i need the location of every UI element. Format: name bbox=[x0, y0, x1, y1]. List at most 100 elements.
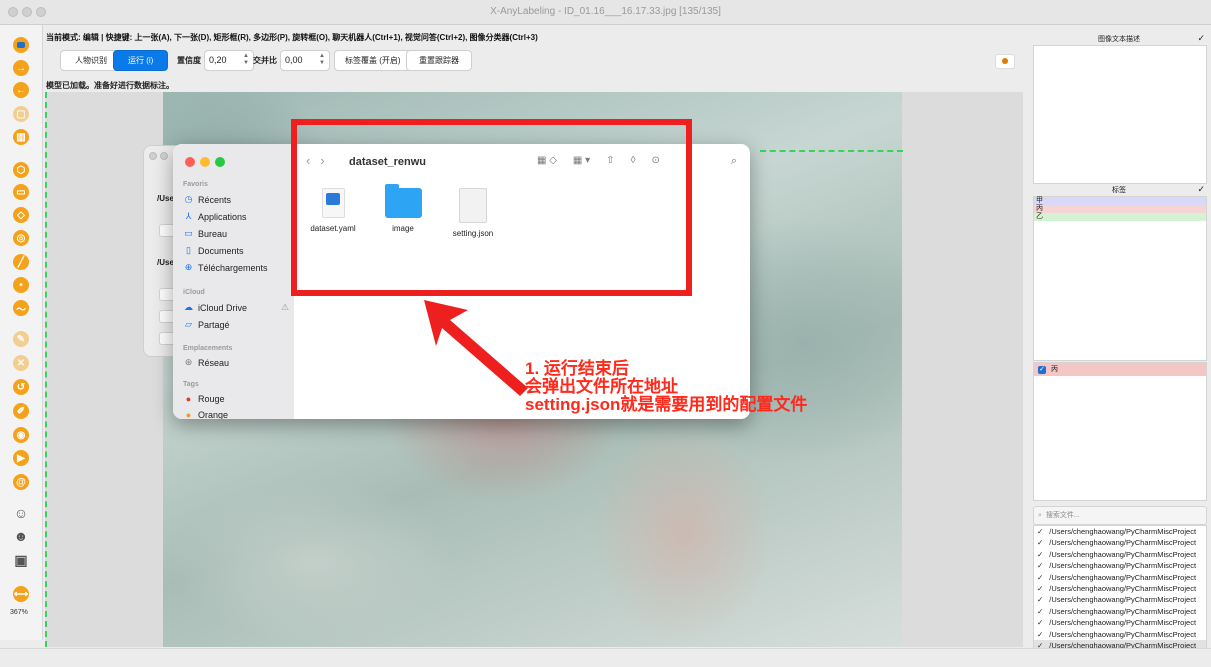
finder-close-button[interactable] bbox=[185, 157, 195, 167]
undo-icon[interactable]: ↺ bbox=[13, 379, 29, 395]
overlay-button-wrap: 标签覆盖 (开启) bbox=[334, 49, 412, 71]
dialog-close-button[interactable] bbox=[149, 152, 157, 160]
edit-shape-icon[interactable]: ✎ bbox=[13, 331, 29, 347]
sidebar-item-recents[interactable]: ◷ Récents bbox=[183, 194, 231, 205]
rotation-tool-icon[interactable]: ◇ bbox=[13, 207, 29, 223]
zoom-level: 367% bbox=[10, 609, 28, 616]
file-path: /Users/chenghaowang/PyCharmMiscProject bbox=[1049, 527, 1197, 536]
confidence-label: 置信度 bbox=[177, 55, 201, 65]
check-icon[interactable]: ✓ bbox=[1197, 33, 1205, 44]
reset-tracker-button[interactable]: 重置跟踪器 bbox=[406, 49, 472, 71]
sidebar-item-downloads[interactable]: ⊕ Téléchargements bbox=[183, 262, 268, 273]
open-folder-icon[interactable] bbox=[13, 37, 29, 53]
sidebar-item-applications[interactable]: ⅄ Applications bbox=[183, 211, 247, 222]
status-message: 模型已加载。准备好进行数据标注。 bbox=[46, 81, 174, 90]
sidebar-item-desktop[interactable]: ▭ Bureau bbox=[183, 228, 227, 239]
shape-label: 丙 bbox=[1051, 366, 1058, 373]
check-icon[interactable]: ✓ bbox=[1037, 527, 1043, 536]
file-row[interactable]: ✓ /Users/chenghaowang/PyCharmMiscProject bbox=[1034, 583, 1206, 594]
labels-header: 标签 ✓ bbox=[1033, 184, 1205, 195]
label-item[interactable]: 丙 bbox=[1034, 205, 1206, 213]
left-toolbar: → ← ▢ ▥ ⬡ ▭ ◇ ◎ ╱ • 〜 ✎ ✕ ↺ ✐ ◉ ▶ @ ☺ ☻ … bbox=[0, 25, 43, 640]
check-icon[interactable]: ✓ bbox=[1037, 595, 1043, 604]
sidebar-item-documents[interactable]: ▯ Documents bbox=[183, 245, 244, 256]
iou-value: 0,00 bbox=[285, 55, 303, 65]
run-model-icon[interactable]: ▶ bbox=[13, 450, 29, 466]
brush-icon[interactable]: ✐ bbox=[13, 403, 29, 419]
spin-arrows-icon[interactable]: ▲ ▼ bbox=[319, 53, 325, 67]
file-row[interactable]: ✓ /Users/chenghaowang/PyCharmMiscProject bbox=[1034, 526, 1206, 537]
run-button[interactable]: 运行 (i) bbox=[113, 49, 169, 71]
file-search-input[interactable]: ⌕ 搜索文件... bbox=[1033, 506, 1207, 525]
sidebar-item-icloud-drive[interactable]: ☁ iCloud Drive ⚠ bbox=[183, 302, 289, 313]
file-row[interactable]: ✓ /Users/chenghaowang/PyCharmMiscProject bbox=[1034, 606, 1206, 617]
description-header: 图像文本描述 ✓ bbox=[1033, 33, 1205, 44]
prev-image-icon[interactable]: ← bbox=[13, 82, 29, 98]
label-item[interactable]: 甲 bbox=[1034, 197, 1206, 205]
locations-section: Emplacements bbox=[183, 345, 233, 352]
sidebar-item-tag-red[interactable]: ● Rouge bbox=[183, 394, 225, 404]
check-icon[interactable]: ✓ bbox=[1037, 573, 1043, 582]
annotation-text: 1. 运行结束后 会弹出文件所在地址 setting.json就是需要用到的配置… bbox=[525, 360, 807, 414]
file-row[interactable]: ✓ /Users/chenghaowang/PyCharmMiscProject bbox=[1034, 572, 1206, 583]
sidebar-label: Applications bbox=[198, 211, 247, 222]
fit-window-icon[interactable]: ⟷ bbox=[13, 586, 29, 602]
sidebar-label: Documents bbox=[198, 245, 244, 256]
check-icon[interactable]: ✓ bbox=[1037, 584, 1043, 593]
file-row[interactable]: ✓ /Users/chenghaowang/PyCharmMiscProject bbox=[1034, 629, 1206, 640]
sidebar-item-network[interactable]: ⊛ Réseau bbox=[183, 357, 229, 368]
delete-shape-icon[interactable]: ✕ bbox=[13, 355, 29, 371]
sidebar-item-tag-orange[interactable]: ● Orange bbox=[183, 410, 228, 419]
red-tag-icon: ● bbox=[185, 394, 192, 404]
check-icon[interactable]: ✓ bbox=[1037, 561, 1043, 570]
line-tool-icon[interactable]: ╱ bbox=[13, 254, 29, 270]
check-icon[interactable]: ✓ bbox=[1037, 538, 1043, 547]
confidence-spinbox[interactable]: 0,20 ▲ ▼ bbox=[204, 49, 254, 71]
check-icon[interactable]: ✓ bbox=[1037, 550, 1043, 559]
file-row[interactable]: ✓ /Users/chenghaowang/PyCharmMiscProject bbox=[1034, 617, 1206, 628]
path-label-2: /Use bbox=[157, 258, 174, 267]
file-row[interactable]: ✓ /Users/chenghaowang/PyCharmMiscProject bbox=[1034, 560, 1206, 571]
linestrip-tool-icon[interactable]: 〜 bbox=[13, 300, 29, 316]
check-icon[interactable]: ✓ bbox=[1197, 184, 1205, 195]
annotation-line-3: setting.json就是需要用到的配置文件 bbox=[525, 395, 808, 414]
classifier-icon[interactable]: ▣ bbox=[13, 552, 29, 568]
search-icon[interactable]: ⌕ bbox=[731, 155, 737, 168]
file-path: /Users/chenghaowang/PyCharmMiscProject bbox=[1049, 595, 1197, 605]
check-icon[interactable]: ✓ bbox=[1037, 607, 1043, 616]
delete-file-icon[interactable]: ▥ bbox=[13, 129, 29, 145]
file-path: /Users/chenghaowang/PyCharmMiscProject bbox=[1049, 538, 1197, 548]
reset-tracker-wrap: 重置跟踪器 bbox=[406, 49, 472, 71]
finder-zoom-button[interactable] bbox=[215, 157, 225, 167]
record-indicator-icon[interactable] bbox=[995, 54, 1015, 69]
polygon-tool-icon[interactable]: ⬡ bbox=[13, 162, 29, 178]
chatbot-icon[interactable]: ☺ bbox=[13, 505, 29, 521]
sidebar-label: Orange bbox=[198, 410, 229, 419]
dialog-minimize-button[interactable] bbox=[160, 152, 168, 160]
file-row[interactable]: ✓ /Users/chenghaowang/PyCharmMiscProject bbox=[1034, 549, 1206, 560]
point-tool-icon[interactable]: • bbox=[13, 277, 29, 293]
spin-arrows-icon[interactable]: ▲ ▼ bbox=[243, 53, 249, 67]
file-row[interactable]: ✓ /Users/chenghaowang/PyCharmMiscProject bbox=[1034, 594, 1206, 605]
run-button-wrap: 运行 (i) bbox=[113, 49, 169, 71]
ai-settings-icon[interactable]: @ bbox=[13, 474, 29, 490]
auto-label-icon[interactable]: ◉ bbox=[13, 427, 29, 443]
iou-spinbox[interactable]: 0,00 ▲ ▼ bbox=[280, 49, 330, 71]
label-overlay-button[interactable]: 标签覆盖 (开启) bbox=[334, 49, 412, 71]
window-title: X-AnyLabeling - ID_01.16___16.17.33.jpg … bbox=[490, 6, 721, 17]
vqa-icon[interactable]: ☻ bbox=[13, 528, 29, 544]
rectangle-tool-icon[interactable]: ▭ bbox=[13, 184, 29, 200]
description-textbox[interactable] bbox=[1033, 45, 1207, 184]
shape-item[interactable]: ✓ 丙 bbox=[1034, 363, 1206, 376]
next-image-icon[interactable]: → bbox=[13, 60, 29, 76]
sidebar-item-shared[interactable]: ▱ Partagé bbox=[183, 319, 230, 330]
save-icon[interactable]: ▢ bbox=[13, 106, 29, 122]
file-row[interactable]: ✓ /Users/chenghaowang/PyCharmMiscProject bbox=[1034, 537, 1206, 548]
circle-tool-icon[interactable]: ◎ bbox=[13, 230, 29, 246]
finder-minimize-button[interactable] bbox=[200, 157, 210, 167]
label-item[interactable]: 乙 bbox=[1034, 213, 1206, 221]
check-icon[interactable]: ✓ bbox=[1037, 630, 1043, 639]
checkbox-icon[interactable]: ✓ bbox=[1038, 365, 1046, 374]
title-bar: X-AnyLabeling - ID_01.16___16.17.33.jpg … bbox=[0, 0, 1211, 25]
check-icon[interactable]: ✓ bbox=[1037, 618, 1043, 627]
